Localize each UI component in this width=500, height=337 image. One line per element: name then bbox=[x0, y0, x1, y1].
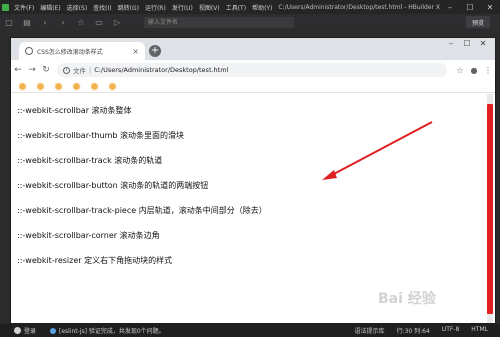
file-search-input[interactable]: 输入文件名 bbox=[144, 16, 294, 28]
custom-scrollbar[interactable] bbox=[487, 94, 493, 323]
text-line: ::-webkit-scrollbar-track 滚动条的轨道 bbox=[17, 156, 163, 165]
login-button[interactable]: 登录 bbox=[0, 326, 36, 335]
text-line: ::-webkit-scrollbar-thumb 滚动条里面的滑块 bbox=[17, 131, 185, 140]
baidu-watermark: Bai 经验 bbox=[378, 291, 436, 307]
bookmark-item[interactable] bbox=[55, 82, 65, 90]
syntax-hint[interactable]: 语法提示库 bbox=[355, 326, 385, 335]
text-line: ::-webkit-scrollbar 滚动条整体 bbox=[17, 106, 132, 115]
new-file-icon[interactable]: ▢ bbox=[0, 14, 18, 30]
bookmark-item[interactable] bbox=[109, 82, 119, 90]
menu-tools[interactable]: 工具(T) bbox=[226, 3, 246, 12]
status-message: [eslint-js] 验证完成，共发现0个问题。 bbox=[50, 326, 165, 335]
browser-window-controls: – ☐ ✕ bbox=[443, 38, 491, 49]
hbuilder-logo-icon bbox=[0, 0, 10, 14]
tab-strip: CSS怎么修改滚动条样式 × + – ☐ ✕ bbox=[11, 38, 495, 60]
text-line: ::-webkit-scrollbar-track-piece 内层轨道，滚动条… bbox=[17, 206, 267, 215]
browser-minimize-button[interactable]: – bbox=[443, 38, 459, 49]
login-label: 登录 bbox=[24, 328, 37, 335]
globe-icon bbox=[25, 47, 33, 55]
back-arrow-icon[interactable]: ← bbox=[11, 60, 25, 80]
reload-icon[interactable]: ↻ bbox=[39, 60, 53, 80]
user-icon bbox=[14, 327, 21, 334]
text-line: ::-webkit-resizer 定义右下角拖动块的样式 bbox=[17, 256, 173, 265]
ide-menu: 文件(F) 编辑(E) 选择(S) 查找(I) 跳转(G) 运行(R) 发行(U… bbox=[10, 3, 272, 12]
bookmark-item[interactable] bbox=[91, 82, 101, 90]
browser-window: CSS怎么修改滚动条样式 × + – ☐ ✕ ← → ↻ i 文件 | C:/U… bbox=[10, 37, 496, 324]
ide-window-controls: – ☐ ✕ bbox=[440, 0, 500, 14]
url-separator: | bbox=[89, 66, 92, 74]
ide-toolbar: ▢ ▤ ‹ › ☆ ▭ ▷ 输入文件名 预览 bbox=[0, 14, 500, 30]
text-line: ::-webkit-scrollbar-button 滚动条的轨道的两端按钮 bbox=[17, 181, 209, 190]
browser-icon[interactable]: ▭ bbox=[90, 14, 108, 30]
language-mode[interactable]: HTML bbox=[471, 326, 488, 335]
menu-file[interactable]: 文件(F) bbox=[14, 3, 34, 12]
bookmarks-bar bbox=[11, 80, 495, 93]
menu-edit[interactable]: 编辑(E) bbox=[40, 3, 60, 12]
menu-goto[interactable]: 跳转(G) bbox=[118, 3, 139, 12]
browser-tab[interactable]: CSS怎么修改滚动条样式 × bbox=[19, 42, 145, 60]
minimize-button[interactable]: – bbox=[440, 0, 460, 14]
tab-close-icon[interactable]: × bbox=[132, 47, 139, 56]
text-line: ::-webkit-scrollbar-corner 滚动条边角 bbox=[17, 231, 160, 240]
file-encoding[interactable]: UTF-8 bbox=[442, 326, 460, 335]
run-icon[interactable]: ▷ bbox=[108, 14, 126, 30]
maximize-button[interactable]: ☐ bbox=[460, 0, 480, 14]
menu-help[interactable]: 帮助(Y) bbox=[252, 3, 272, 12]
back-icon[interactable]: ‹ bbox=[36, 14, 54, 30]
forward-icon[interactable]: › bbox=[54, 14, 72, 30]
forward-arrow-icon[interactable]: → bbox=[25, 60, 39, 80]
url-text[interactable]: C:/Users/Administrator/Desktop/test.html bbox=[94, 66, 228, 74]
bookmark-star-icon[interactable]: ☆ bbox=[453, 60, 467, 80]
bookmark-item[interactable] bbox=[37, 82, 47, 90]
star-icon[interactable]: ☆ bbox=[72, 14, 90, 30]
new-tab-button[interactable]: + bbox=[149, 45, 161, 57]
status-bar: 登录 [eslint-js] 验证完成，共发现0个问题。 语法提示库 行:30 … bbox=[0, 324, 500, 337]
more-menu-icon[interactable]: ⋮ bbox=[481, 60, 495, 80]
menu-view[interactable]: 视图(V) bbox=[199, 3, 220, 12]
account-icon[interactable]: ● bbox=[467, 60, 481, 80]
bookmark-item[interactable] bbox=[19, 82, 29, 90]
preview-button[interactable]: 预览 bbox=[466, 16, 490, 28]
menu-publish[interactable]: 发行(U) bbox=[172, 3, 193, 12]
browser-close-button[interactable]: ✕ bbox=[475, 38, 491, 49]
bookmark-item[interactable] bbox=[73, 82, 83, 90]
info-icon[interactable]: i bbox=[63, 66, 70, 74]
browser-maximize-button[interactable]: ☐ bbox=[459, 38, 475, 49]
close-button[interactable]: ✕ bbox=[480, 0, 500, 14]
address-bar[interactable]: i 文件 | C:/Users/Administrator/Desktop/te… bbox=[57, 63, 447, 77]
menu-find[interactable]: 查找(I) bbox=[93, 3, 111, 12]
ide-side-panel bbox=[0, 30, 10, 324]
tab-title: CSS怎么修改滚动条样式 bbox=[37, 48, 103, 56]
url-scheme: 文件 bbox=[73, 67, 86, 75]
scrollbar-thumb[interactable] bbox=[487, 104, 493, 314]
info-dot-icon bbox=[50, 327, 57, 334]
save-icon[interactable]: ▤ bbox=[18, 14, 36, 30]
status-right: 语法提示库 行:30 列:64 UTF-8 HTML bbox=[355, 326, 500, 335]
cursor-position: 行:30 列:64 bbox=[396, 328, 430, 335]
ide-menubar: 文件(F) 编辑(E) 选择(S) 查找(I) 跳转(G) 运行(R) 发行(U… bbox=[0, 0, 500, 14]
menu-run[interactable]: 运行(R) bbox=[145, 3, 166, 12]
browser-actions: ☆ ● ⋮ bbox=[453, 60, 495, 80]
menu-select[interactable]: 选择(S) bbox=[67, 3, 88, 12]
window-title: C:/Users/Administrator/Desktop/test.html… bbox=[278, 3, 440, 11]
browser-toolbar: ← → ↻ i 文件 | C:/Users/Administrator/Desk… bbox=[11, 60, 495, 80]
